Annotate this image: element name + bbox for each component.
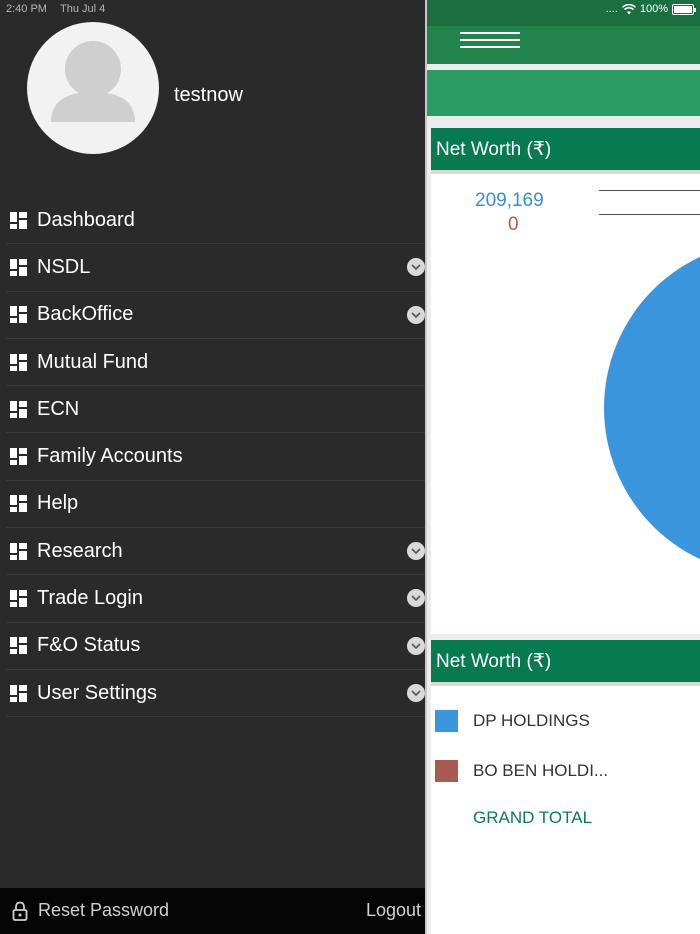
menu-item-trade-login[interactable]: Trade Login: [6, 575, 425, 623]
chevron-down-icon[interactable]: [407, 589, 425, 608]
menu-toggle-button[interactable]: [460, 32, 520, 54]
legend-swatch: [435, 760, 458, 782]
menu-item-label: ECN: [37, 397, 80, 420]
menu-item-label: BackOffice: [37, 303, 134, 326]
legend-item-bo-ben-holdings[interactable]: BO BEN HOLDI...: [431, 758, 608, 784]
dashboard-grid-icon: [10, 353, 27, 371]
menu-item-user-settings[interactable]: User Settings: [6, 670, 425, 718]
menu-item-label: Research: [37, 539, 123, 562]
dashboard-grid-icon: [10, 590, 27, 608]
menu-item-backoffice[interactable]: BackOffice: [6, 292, 425, 339]
dashboard-grid-icon: [10, 448, 27, 466]
chevron-down-icon[interactable]: [407, 542, 425, 561]
menu-item-label: Mutual Fund: [37, 350, 149, 373]
battery-percent: 100%: [639, 3, 668, 15]
menu-item-label: Trade Login: [37, 587, 143, 610]
dashboard-grid-icon: [10, 495, 27, 513]
chevron-down-icon[interactable]: [407, 636, 425, 655]
drawer-menu: Dashboard NSDL BackOffice Mutual Fund ECN Fam…: [6, 197, 425, 718]
menu-item-dashboard[interactable]: Dashboard: [6, 197, 425, 245]
dashboard-grid-icon: [10, 637, 27, 655]
grand-total-label: GRAND TOTAL: [473, 808, 593, 827]
menu-item-label: F&O Status: [37, 634, 141, 657]
menu-item-label: User Settings: [37, 681, 158, 704]
username: testnow: [174, 84, 243, 106]
hamburger-line: [460, 32, 520, 34]
status-date: Thu Jul 4: [60, 3, 106, 15]
menu-item-research[interactable]: Research: [6, 528, 425, 576]
menu-item-nsdl[interactable]: NSDL: [6, 244, 425, 292]
legend-label: BO BEN HOLDI...: [473, 761, 609, 780]
legend-swatch: [435, 710, 458, 732]
dashboard-grid-icon: [10, 306, 27, 324]
battery-icon: [672, 3, 696, 15]
menu-item-family-accounts[interactable]: Family Accounts: [6, 433, 425, 481]
menu-item-label: NSDL: [37, 255, 91, 278]
reset-password-label: Reset Password: [38, 900, 170, 920]
menu-item-label: Family Accounts: [37, 445, 183, 468]
wifi-icon: [621, 3, 636, 14]
logout-button[interactable]: Logout: [366, 900, 421, 921]
net-worth-legend-header: Net Worth (₹): [431, 640, 700, 686]
menu-item-help[interactable]: Help: [6, 481, 425, 529]
avatar[interactable]: [27, 22, 159, 154]
net-worth-legend-card: Net Worth (₹) DP HOLDINGS BO BEN HOLDI..…: [431, 640, 700, 934]
sub-header-bar: [427, 70, 700, 116]
dashboard-grid-icon: [10, 400, 27, 418]
user-placeholder-icon: [51, 41, 135, 122]
dashboard-grid-icon: [10, 258, 27, 276]
reset-password-button[interactable]: Reset Password: [12, 900, 169, 921]
nav-drawer: testnow Dashboard NSDL BackOffice Mutual Fu…: [0, 0, 425, 934]
menu-item-f-o-status[interactable]: F&O Status: [6, 623, 425, 670]
net-worth-chart-card: Net Worth (₹) 209,169 0: [431, 128, 700, 634]
drawer-footer: Reset Password Logout: [0, 888, 425, 934]
dashboard-grid-icon: [10, 684, 27, 702]
chevron-down-icon[interactable]: [407, 683, 425, 702]
menu-item-label: Help: [37, 492, 79, 515]
main-content: Net Worth (₹) 209,169 0 Net Worth (₹) DP…: [425, 0, 700, 934]
signal-indicator: ....: [605, 3, 618, 15]
chevron-down-icon[interactable]: [407, 305, 425, 324]
hamburger-line: [460, 46, 520, 48]
dashboard-grid-icon: [10, 211, 27, 229]
lock-icon: [12, 901, 28, 921]
menu-item-mutual-fund[interactable]: Mutual Fund: [6, 339, 425, 387]
legend-label: DP HOLDINGS: [473, 711, 590, 730]
status-time: 2:40 PM: [6, 3, 47, 15]
status-bar: 2:40 PM Thu Jul 4 .... 100%: [0, 0, 700, 20]
legend-item-dp-holdings[interactable]: DP HOLDINGS: [431, 708, 590, 734]
hamburger-line: [460, 39, 520, 41]
menu-item-label: Dashboard: [37, 208, 135, 231]
status-indicators: .... 100%: [605, 3, 696, 15]
chevron-down-icon[interactable]: [407, 258, 425, 277]
pie-slice-dp-holdings[interactable]: [604, 241, 700, 575]
menu-item-ecn[interactable]: ECN: [6, 386, 425, 434]
net-worth-pie-chart: [604, 241, 700, 575]
dashboard-grid-icon: [10, 542, 27, 560]
